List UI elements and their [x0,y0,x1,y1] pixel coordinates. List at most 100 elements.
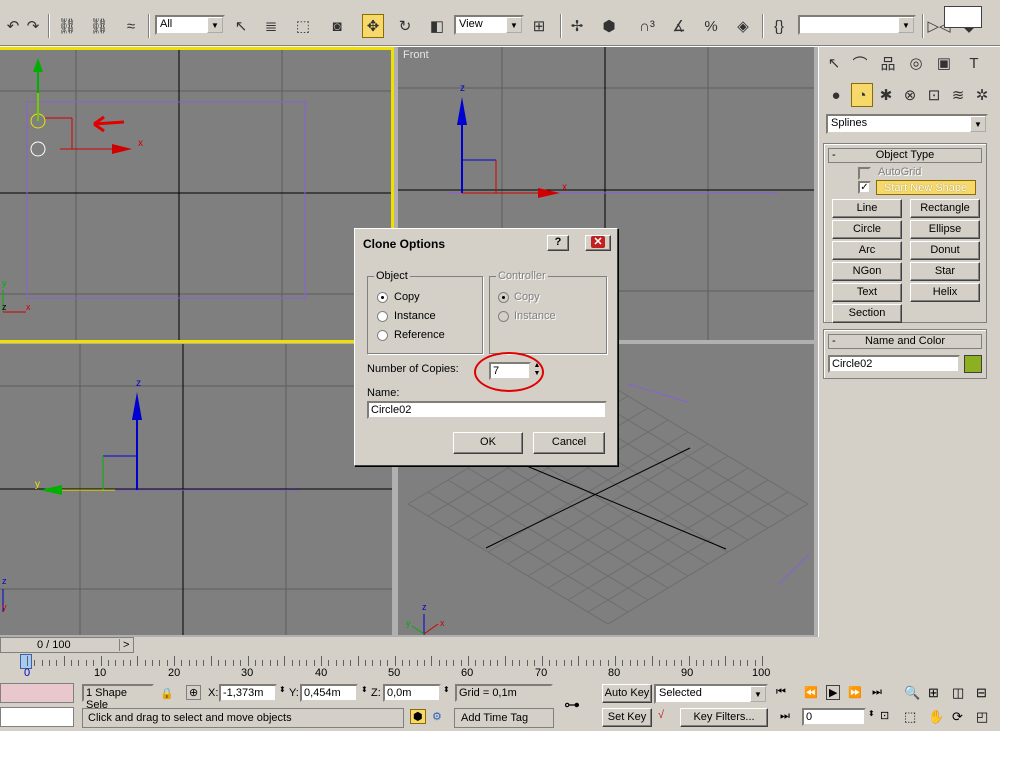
line-button[interactable]: Line [832,199,902,218]
viewport-left[interactable]: z y z y [0,344,392,635]
unlink-icon[interactable]: ⛓ [88,14,110,38]
pan-icon[interactable]: ✋ [928,709,944,725]
absolute-mode-icon[interactable]: ⊕ [186,685,202,700]
y-spinner-icon[interactable]: ⬍ [361,685,368,694]
key-filters-button[interactable]: Key Filters... [680,708,768,727]
systems-icon[interactable]: ✲ [971,83,993,107]
go-to-start-icon[interactable]: ⏮ [776,686,786,699]
edit-named-selection-icon[interactable]: {} [768,14,790,38]
key-mode-dropdown[interactable]: Selected ▼ [654,684,768,704]
play-icon[interactable]: ▶ [826,685,841,700]
lock-selection-icon[interactable]: 🔒 [160,687,174,700]
zoom-region-icon[interactable]: ⬚ [904,709,916,725]
frame-spinner-icon[interactable]: ⬍ [868,709,875,718]
percent-snap-icon[interactable]: % [700,14,722,38]
x-coordinate-input[interactable]: -1,373m [219,684,277,702]
auto-key-button[interactable]: Auto Key [602,684,652,703]
time-configuration-icon[interactable]: ⊡ [880,709,889,722]
link-icon[interactable]: ⛓ [56,14,78,38]
y-coordinate-input[interactable]: 0,454m [300,684,358,702]
cameras-icon[interactable]: ⊗ [899,83,921,107]
ok-button[interactable]: OK [453,432,523,454]
start-new-shape-checkbox[interactable]: ✓ [858,181,871,194]
zoom-extents-all-icon[interactable]: ⊟ [976,685,987,701]
angle-snap-icon[interactable]: ∡ [668,14,690,38]
viewport-top[interactable]: x y z x [0,47,394,343]
curve-editor-thumbnail[interactable] [944,6,982,28]
space-warps-icon[interactable]: ≋ [947,83,969,107]
track-bar[interactable]: 0 10 20 30 40 50 60 70 80 90 100 [0,654,818,680]
reference-radio[interactable] [377,330,388,341]
select-manipulate-icon[interactable]: ✢ [566,14,588,38]
go-to-end-icon[interactable]: ⏭ [872,686,882,699]
zoom-extents-icon[interactable]: ◫ [952,685,964,701]
z-spinner-icon[interactable]: ⬍ [443,685,450,694]
cancel-button[interactable]: Cancel [533,432,605,454]
text-button[interactable]: Text [832,283,902,302]
maxscript-listener[interactable] [0,683,74,703]
current-frame-input[interactable]: 0 [802,708,866,726]
display-tab-icon[interactable]: ▣ [933,51,955,75]
next-key-icon[interactable]: ⏩ [848,686,862,699]
maximize-viewport-icon[interactable]: ◰ [976,709,988,725]
helpers-icon[interactable]: ⊡ [923,83,945,107]
zoom-icon[interactable]: 🔍 [904,685,920,701]
circle-button[interactable]: Circle [832,220,902,239]
shapes-icon[interactable]: ◔ [851,83,873,107]
name-input[interactable]: Circle02 [367,401,607,419]
start-new-shape-button[interactable]: Start New Shape [876,180,976,195]
x-spinner-icon[interactable]: ⬍ [279,685,286,694]
set-key-filter-icon[interactable]: √ [658,709,664,721]
set-key-button[interactable]: Set Key [602,708,652,727]
select-by-name-icon[interactable]: ≣ [260,14,282,38]
zoom-all-icon[interactable]: ⊞ [928,685,939,701]
utilities-tab-icon[interactable]: T [963,51,985,75]
maxscript-output[interactable] [0,707,74,727]
arc-button[interactable]: Arc [832,241,902,260]
snaps-toggle-icon[interactable]: ∩³ [636,14,658,38]
add-time-tag[interactable]: Add Time Tag [454,708,554,728]
spinner-snap-icon[interactable]: ◈ [732,14,754,38]
object-name-input[interactable]: Circle02 [828,355,960,373]
object-color-swatch[interactable] [964,355,982,373]
select-object-icon[interactable]: ↖ [230,14,252,38]
key-mode-toggle-icon[interactable]: ⏭ [780,710,790,723]
undo-icon[interactable]: ↶ [2,14,24,38]
redo-icon[interactable]: ↷ [22,14,44,38]
star-button[interactable]: Star [910,262,980,281]
hierarchy-tab-icon[interactable]: 品 [877,51,899,75]
selection-lock-toggle-icon[interactable]: ⬢ [410,709,426,724]
ngon-button[interactable]: NGon [832,262,902,281]
help-button[interactable]: ? [547,235,569,251]
copy-radio[interactable] [377,292,388,303]
select-and-scale-icon[interactable]: ◧ [426,14,448,38]
create-tab-icon[interactable]: ↖ [823,51,845,75]
next-frame-icon[interactable]: > [119,639,129,651]
reference-coordinate-dropdown[interactable]: View ▼ [454,15,524,35]
adaptive-degradation-icon[interactable]: ⚙ [432,710,442,723]
name-and-color-header[interactable]: - Name and Color [828,334,982,349]
window-crossing-icon[interactable]: ◙ [326,14,348,38]
pivot-center-icon[interactable]: ⊞ [528,14,550,38]
selection-filter-dropdown[interactable]: All ▼ [155,15,225,35]
keyboard-shortcut-icon[interactable]: ⬢ [598,14,620,38]
helix-button[interactable]: Helix [910,283,980,302]
z-coordinate-input[interactable]: 0,0m [383,684,441,702]
category-dropdown[interactable]: Splines ▼ [826,114,988,134]
ellipse-button[interactable]: Ellipse [910,220,980,239]
section-button[interactable]: Section [832,304,902,323]
geometry-icon[interactable]: ● [825,83,847,107]
modify-tab-icon[interactable]: ⌒ [849,51,871,75]
motion-tab-icon[interactable]: ◎ [905,51,927,75]
lights-icon[interactable]: ✱ [875,83,897,107]
key-icon[interactable]: ⊶ [564,695,580,715]
bind-space-warp-icon[interactable]: ≈ [120,14,142,38]
select-and-move-icon[interactable]: ✥ [362,14,384,38]
arc-rotate-icon[interactable]: ⟳ [952,709,963,725]
time-slider[interactable]: 0 / 100 > [0,637,134,653]
donut-button[interactable]: Donut [910,241,980,260]
previous-frame-icon[interactable]: ⏪ [804,686,818,699]
rectangle-button[interactable]: Rectangle [910,199,980,218]
object-type-header[interactable]: - Object Type [828,148,982,163]
rectangular-selection-icon[interactable]: ⬚ [292,14,314,38]
